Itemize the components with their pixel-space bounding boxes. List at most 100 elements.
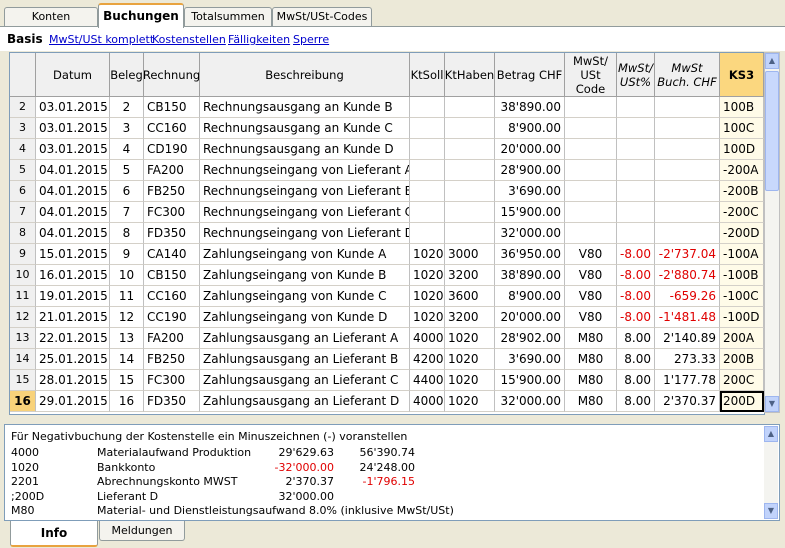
cell-pct[interactable]: 8.00	[617, 370, 655, 391]
cell-ktsoll[interactable]	[410, 223, 445, 244]
cell-rechnung[interactable]: CD190	[144, 139, 200, 160]
cell-code[interactable]: V80	[565, 307, 617, 328]
row-number[interactable]: 4	[10, 139, 36, 160]
info-scroll-down-icon[interactable]: ▼	[764, 503, 778, 519]
cell-betrag[interactable]: 20'000.00	[495, 307, 565, 328]
cell-datum[interactable]: 21.01.2015	[36, 307, 110, 328]
cell-rechnung[interactable]: CB150	[144, 97, 200, 118]
cell-beschreibung[interactable]: Rechnungsausgang an Kunde C	[200, 118, 410, 139]
cell-ktsoll[interactable]	[410, 160, 445, 181]
row-number[interactable]: 16	[10, 391, 36, 412]
cell-rechnung[interactable]: CB150	[144, 265, 200, 286]
cell-code[interactable]: M80	[565, 391, 617, 412]
cell-ks3[interactable]: -100B	[720, 265, 764, 286]
col-header-datum[interactable]: Datum	[36, 53, 110, 97]
row-number[interactable]: 15	[10, 370, 36, 391]
cell-betrag[interactable]: 15'900.00	[495, 370, 565, 391]
view-kostenstellen[interactable]: Kostenstellen	[152, 33, 226, 46]
col-header-beleg[interactable]: Beleg	[110, 53, 144, 97]
cell-betrag[interactable]: 36'950.00	[495, 244, 565, 265]
cell-code[interactable]	[565, 139, 617, 160]
cell-kthaben[interactable]: 3200	[445, 307, 495, 328]
cell-rechnung[interactable]: CA140	[144, 244, 200, 265]
cell-buch[interactable]	[655, 118, 720, 139]
col-header-mwst-pct[interactable]: MwSt/ USt%	[617, 53, 655, 97]
view-faelligkeiten[interactable]: Fälligkeiten	[228, 33, 290, 46]
cell-buch[interactable]	[655, 181, 720, 202]
cell-datum[interactable]: 19.01.2015	[36, 286, 110, 307]
cell-beleg[interactable]: 16	[110, 391, 144, 412]
cell-pct[interactable]: 8.00	[617, 349, 655, 370]
cell-rechnung[interactable]: FB250	[144, 349, 200, 370]
cell-beleg[interactable]: 13	[110, 328, 144, 349]
cell-buch[interactable]: 2'370.37	[655, 391, 720, 412]
cell-code[interactable]: V80	[565, 286, 617, 307]
cell-rechnung[interactable]: FC300	[144, 202, 200, 223]
cell-kthaben[interactable]	[445, 139, 495, 160]
cell-rechnung[interactable]: FD350	[144, 391, 200, 412]
cell-datum[interactable]: 22.01.2015	[36, 328, 110, 349]
cell-beschreibung[interactable]: Zahlungseingang von Kunde B	[200, 265, 410, 286]
cell-datum[interactable]: 04.01.2015	[36, 202, 110, 223]
tab-meldungen[interactable]: Meldungen	[99, 521, 185, 541]
cell-code[interactable]	[565, 223, 617, 244]
info-scroll-up-icon[interactable]: ▲	[764, 426, 778, 442]
cell-rechnung[interactable]: FA200	[144, 328, 200, 349]
cell-code[interactable]	[565, 160, 617, 181]
cell-beschreibung[interactable]: Rechnungseingang von Lieferant C	[200, 202, 410, 223]
cell-ktsoll[interactable]	[410, 139, 445, 160]
cell-code[interactable]: V80	[565, 265, 617, 286]
cell-ks3[interactable]: -100C	[720, 286, 764, 307]
cell-datum[interactable]: 03.01.2015	[36, 97, 110, 118]
cell-beleg[interactable]: 7	[110, 202, 144, 223]
cell-betrag[interactable]: 28'902.00	[495, 328, 565, 349]
cell-kthaben[interactable]: 3200	[445, 265, 495, 286]
cell-beschreibung[interactable]: Zahlungsausgang an Lieferant B	[200, 349, 410, 370]
cell-code[interactable]: V80	[565, 244, 617, 265]
cell-betrag[interactable]: 20'000.00	[495, 139, 565, 160]
cell-buch[interactable]: -2'880.74	[655, 265, 720, 286]
scroll-up-icon[interactable]: ▲	[765, 53, 779, 69]
cell-code[interactable]: M80	[565, 328, 617, 349]
cell-ks3[interactable]: -100A	[720, 244, 764, 265]
col-header-mwst-code[interactable]: MwSt/ USt Code	[565, 53, 617, 97]
cell-rechnung[interactable]: FC300	[144, 370, 200, 391]
cell-betrag[interactable]: 38'890.00	[495, 265, 565, 286]
cell-betrag[interactable]: 32'000.00	[495, 223, 565, 244]
cell-buch[interactable]	[655, 139, 720, 160]
cell-ktsoll[interactable]: 4000	[410, 391, 445, 412]
cell-beschreibung[interactable]: Zahlungsausgang an Lieferant A	[200, 328, 410, 349]
cell-beschreibung[interactable]: Rechnungsausgang an Kunde B	[200, 97, 410, 118]
cell-pct[interactable]: -8.00	[617, 286, 655, 307]
cell-beleg[interactable]: 6	[110, 181, 144, 202]
row-number[interactable]: 7	[10, 202, 36, 223]
cell-pct[interactable]	[617, 139, 655, 160]
tab-totalsummen[interactable]: Totalsummen	[184, 7, 272, 26]
cell-datum[interactable]: 04.01.2015	[36, 223, 110, 244]
row-number[interactable]: 12	[10, 307, 36, 328]
cell-buch[interactable]: -659.26	[655, 286, 720, 307]
cell-betrag[interactable]: 15'900.00	[495, 202, 565, 223]
cell-kthaben[interactable]	[445, 181, 495, 202]
cell-ks3[interactable]: 100C	[720, 118, 764, 139]
cell-ktsoll[interactable]: 4200	[410, 349, 445, 370]
row-number[interactable]: 8	[10, 223, 36, 244]
cell-ks3[interactable]: -100D	[720, 307, 764, 328]
cell-beschreibung[interactable]: Zahlungseingang von Kunde D	[200, 307, 410, 328]
cell-datum[interactable]: 03.01.2015	[36, 118, 110, 139]
cell-beleg[interactable]: 8	[110, 223, 144, 244]
cell-beleg[interactable]: 11	[110, 286, 144, 307]
cell-beschreibung[interactable]: Rechnungseingang von Lieferant B	[200, 181, 410, 202]
cell-kthaben[interactable]: 1020	[445, 349, 495, 370]
cell-buch[interactable]: -1'481.48	[655, 307, 720, 328]
cell-beschreibung[interactable]: Zahlungseingang von Kunde A	[200, 244, 410, 265]
cell-beleg[interactable]: 10	[110, 265, 144, 286]
cell-pct[interactable]	[617, 160, 655, 181]
cell-rechnung[interactable]: CC160	[144, 118, 200, 139]
cell-ktsoll[interactable]: 4400	[410, 370, 445, 391]
cell-kthaben[interactable]: 1020	[445, 391, 495, 412]
cell-code[interactable]: M80	[565, 349, 617, 370]
cell-datum[interactable]: 28.01.2015	[36, 370, 110, 391]
row-number[interactable]: 3	[10, 118, 36, 139]
cell-ktsoll[interactable]: 1020	[410, 307, 445, 328]
